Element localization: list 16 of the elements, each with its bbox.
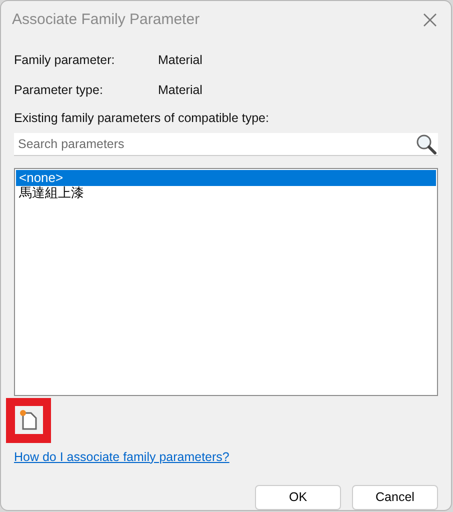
search-field[interactable]: Search parameters: [14, 132, 414, 156]
close-icon[interactable]: [423, 13, 437, 27]
window-title: Associate Family Parameter: [12, 10, 200, 30]
field-value: Material: [158, 82, 202, 99]
field-value: Material: [158, 52, 202, 69]
dialog-button[interactable]: OK: [255, 484, 341, 510]
new-parameter-button[interactable]: [6, 398, 51, 443]
help-link[interactable]: How do I associate family parameters?: [14, 450, 230, 464]
field-label: Parameter type:: [14, 82, 104, 99]
new-document-icon: [18, 409, 40, 432]
list-item[interactable]: <none>: [16, 170, 436, 186]
list-label: Existing family parameters of compatible type:: [14, 110, 270, 127]
list-item[interactable]: 馬達組上漆: [16, 186, 436, 202]
field-label: Family parameter:: [14, 52, 116, 69]
search-button[interactable]: [414, 132, 438, 156]
dialog-button[interactable]: Cancel: [352, 484, 438, 510]
